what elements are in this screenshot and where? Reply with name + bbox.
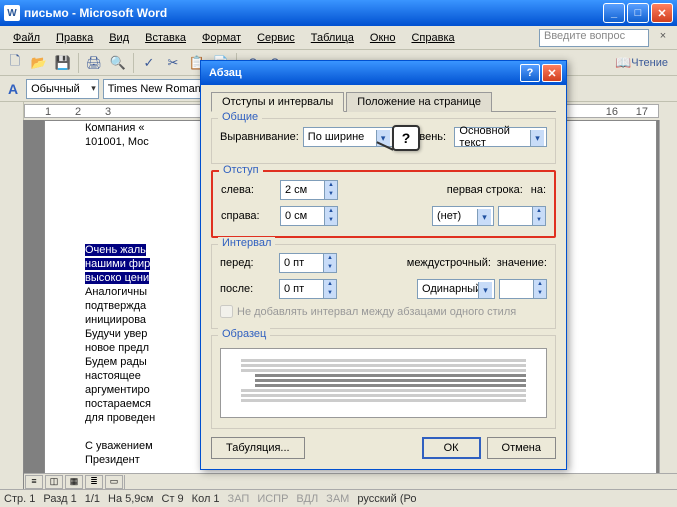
doc-selection: высоко цени <box>85 272 149 284</box>
group-interval: Интервал перед: 0 пт▲▼ междустрочный: зн… <box>211 244 556 329</box>
status-page: Стр. 1 <box>4 493 35 505</box>
group-general: Общие Выравнивание: По ширине Уровень: О… <box>211 118 556 164</box>
styles-aa-icon[interactable]: A <box>4 81 22 97</box>
after-spin[interactable]: 0 пт▲▼ <box>279 279 337 299</box>
align-label: Выравнивание: <box>220 131 299 143</box>
val-spin[interactable]: ▲▼ <box>499 279 547 299</box>
line-label: междустрочный: <box>407 257 493 269</box>
status-line: Ст 9 <box>162 493 184 505</box>
new-button[interactable]: 🗋 <box>4 52 26 74</box>
status-zap: ЗАП <box>228 493 250 505</box>
menu-view[interactable]: Вид <box>102 30 136 46</box>
cancel-button[interactable]: Отмена <box>487 437 556 459</box>
dialog-titlebar[interactable]: Абзац ? ✕ <box>201 61 566 85</box>
level-dropdown[interactable]: Основной текст <box>454 127 547 147</box>
doc-selection: Очень жаль <box>85 244 146 256</box>
menu-table[interactable]: Таблица <box>304 30 361 46</box>
on-spin[interactable]: ▲▼ <box>498 206 546 226</box>
word-icon: W <box>4 5 20 21</box>
vertical-ruler[interactable] <box>0 120 24 489</box>
before-label: перед: <box>220 257 275 269</box>
dialog-tabs: Отступы и интервалы Положение на страниц… <box>211 91 556 112</box>
menu-tools[interactable]: Сервис <box>250 30 302 46</box>
window-title: письмо - Microsoft Word <box>24 6 603 20</box>
group-indent: Отступ слева: 2 см▲▼ первая строка: на: … <box>211 170 556 238</box>
after-label: после: <box>220 283 275 295</box>
web-view-button[interactable]: ◫ <box>45 475 63 489</box>
left-label: слева: <box>221 184 276 196</box>
dialog-help-button[interactable]: ? <box>520 64 540 82</box>
save-button[interactable]: 💾 <box>52 52 74 74</box>
first-label: первая строка: <box>447 184 527 196</box>
group-preview: Образец <box>211 335 556 429</box>
first-dropdown[interactable]: (нет) <box>432 206 494 226</box>
read-view-button[interactable]: ▭ <box>105 475 123 489</box>
status-vdl: ВДЛ <box>296 493 318 505</box>
doc-selection: нашими фир <box>85 258 150 270</box>
close-button[interactable]: ✕ <box>651 3 673 23</box>
menubar: Файл Правка Вид Вставка Формат Сервис Та… <box>0 26 677 50</box>
left-spin[interactable]: 2 см▲▼ <box>280 180 338 200</box>
menu-window[interactable]: Окно <box>363 30 403 46</box>
no-gap-checkbox[interactable]: Не добавлять интервал между абзацами одн… <box>220 305 547 318</box>
tab-indents[interactable]: Отступы и интервалы <box>211 92 344 112</box>
spell-button[interactable]: ✓ <box>138 52 160 74</box>
status-pages: 1/1 <box>85 493 100 505</box>
status-col: Кол 1 <box>192 493 220 505</box>
status-lang: русский (Ро <box>357 493 416 505</box>
dialog-close-button[interactable]: ✕ <box>542 64 562 82</box>
print-view-button[interactable]: ▦ <box>65 475 83 489</box>
on-label: на: <box>531 184 546 196</box>
doc-close-button[interactable]: × <box>655 30 671 46</box>
statusbar: Стр. 1 Разд 1 1/1 На 5,9см Ст 9 Кол 1 ЗА… <box>0 489 677 507</box>
line-dropdown[interactable]: Одинарный <box>417 279 495 299</box>
before-spin[interactable]: 0 пт▲▼ <box>279 253 337 273</box>
horizontal-scrollbar[interactable]: ≡ ◫ ▦ ≣ ▭ <box>24 473 677 489</box>
minimize-button[interactable]: _ <box>603 3 625 23</box>
main-titlebar: W письмо - Microsoft Word _ □ ✕ <box>0 0 677 26</box>
tabulation-button[interactable]: Табуляция... <box>211 437 305 459</box>
menu-file[interactable]: Файл <box>6 30 47 46</box>
read-mode-button[interactable]: 📖 Чтение <box>610 52 673 74</box>
right-label: справа: <box>221 210 276 222</box>
callout-help: ? <box>392 125 420 151</box>
ok-button[interactable]: ОК <box>422 437 481 459</box>
paragraph-dialog: Абзац ? ✕ Отступы и интервалы Положение … <box>200 60 567 470</box>
status-zam: ЗАМ <box>326 493 349 505</box>
open-button[interactable]: 📂 <box>28 52 50 74</box>
status-at: На 5,9см <box>108 493 153 505</box>
val-label: значение: <box>497 257 547 269</box>
vertical-scrollbar[interactable] <box>659 120 677 473</box>
status-isp: ИСПР <box>257 493 288 505</box>
cut-button[interactable]: ✂ <box>162 52 184 74</box>
normal-view-button[interactable]: ≡ <box>25 475 43 489</box>
ask-question-input[interactable]: Введите вопрос <box>539 29 649 47</box>
preview-button[interactable]: 🔍 <box>107 52 129 74</box>
print-button[interactable]: 🖨 <box>83 52 105 74</box>
dialog-title: Абзац <box>205 67 518 79</box>
style-dropdown[interactable]: Обычный <box>26 79 99 99</box>
preview-box <box>220 348 547 418</box>
menu-insert[interactable]: Вставка <box>138 30 193 46</box>
outline-view-button[interactable]: ≣ <box>85 475 103 489</box>
menu-help[interactable]: Справка <box>404 30 461 46</box>
menu-format[interactable]: Формат <box>195 30 248 46</box>
right-spin[interactable]: 0 см▲▼ <box>280 206 338 226</box>
menu-edit[interactable]: Правка <box>49 30 100 46</box>
maximize-button[interactable]: □ <box>627 3 649 23</box>
status-section: Разд 1 <box>43 493 76 505</box>
tab-position[interactable]: Положение на странице <box>346 92 492 112</box>
